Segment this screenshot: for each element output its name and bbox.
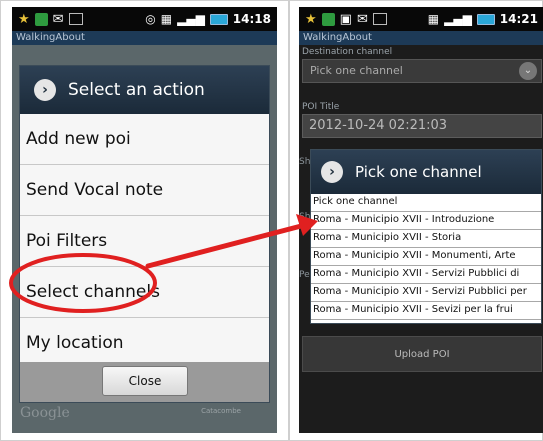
right-phone-screen: ★ ▣ ✉ ▦ ▂▄▆ 14:21 WalkingAbout Destinati…: [299, 7, 543, 433]
status-time: 14:18: [232, 12, 271, 26]
status-bar: ★ ✉ ◎ ▦ ▂▄▆ 14:18: [12, 7, 277, 31]
network-icon: ▦: [160, 12, 173, 26]
pick-channel-dialog: › Pick one channel Pick one channel Roma…: [310, 149, 542, 324]
download-icon: ▣: [339, 11, 352, 27]
dialog-header: › Pick one channel: [311, 150, 541, 194]
field-label-stub: Sh: [299, 157, 311, 167]
signal-icon: ▂▄▆: [177, 12, 205, 26]
destination-channel-label: Destination channel: [302, 47, 393, 57]
left-screenshot-panel: ★ ✉ ◎ ▦ ▂▄▆ 14:18 WalkingAbout Google Ca…: [0, 0, 289, 441]
status-bar: ★ ▣ ✉ ▦ ▂▄▆ 14:21: [299, 7, 543, 31]
menu-item-add-new-poi[interactable]: Add new poi: [20, 114, 269, 165]
dialog-footer: Close: [20, 362, 269, 402]
field-label-stub: Sh: [299, 212, 311, 222]
app-title-bar: WalkingAbout: [299, 31, 543, 45]
star-icon: ★: [18, 11, 30, 27]
image-icon: [68, 13, 83, 25]
destination-channel-dropdown[interactable]: Pick one channel ⌄: [302, 59, 542, 83]
mail-icon: ✉: [356, 11, 368, 27]
dialog-title: Pick one channel: [355, 163, 482, 181]
chevron-down-icon: ⌄: [519, 62, 537, 80]
star-icon: ★: [305, 11, 317, 27]
status-time: 14:21: [499, 12, 538, 26]
dropdown-value: Pick one channel: [310, 64, 403, 77]
app-logo-icon: [34, 12, 48, 26]
map-place-label: Catacombe: [201, 407, 241, 415]
channel-item[interactable]: Roma - Municipio XVII - Introduzione: [311, 212, 541, 230]
poi-title-input[interactable]: 2012-10-24 02:21:03: [302, 114, 542, 138]
channel-item[interactable]: Roma - Municipio XVII - Monumenti, Arte: [311, 248, 541, 266]
dialog-title: Select an action: [68, 80, 205, 100]
channel-item[interactable]: Roma - Municipio XVII - Servizi Pubblici…: [311, 284, 541, 302]
mail-icon: ✉: [52, 11, 64, 27]
poi-title-label: POI Title: [302, 102, 340, 112]
menu-item-select-channels[interactable]: Select channels: [20, 267, 269, 318]
upload-poi-button[interactable]: Upload POI: [302, 336, 542, 372]
left-phone-screen: ★ ✉ ◎ ▦ ▂▄▆ 14:18 WalkingAbout Google Ca…: [12, 7, 277, 433]
battery-icon: [209, 13, 228, 25]
select-action-dialog: › Select an action Add new poi Send Voca…: [19, 65, 270, 403]
chevron-right-icon: ›: [321, 161, 343, 183]
network-icon: ▦: [427, 12, 440, 26]
gps-icon: ◎: [145, 12, 156, 26]
channel-item[interactable]: Roma - Municipio XVII - Servizi Pubblici…: [311, 266, 541, 284]
channel-item[interactable]: Roma - Municipio XVII - Sevizi per la fr…: [311, 302, 541, 320]
chevron-right-icon: ›: [34, 79, 56, 101]
menu-item-poi-filters[interactable]: Poi Filters: [20, 216, 269, 267]
map-watermark: Google: [20, 405, 70, 421]
image-icon: [372, 13, 387, 25]
right-screenshot-panel: ★ ▣ ✉ ▦ ▂▄▆ 14:21 WalkingAbout Destinati…: [289, 0, 543, 441]
menu-item-send-vocal-note[interactable]: Send Vocal note: [20, 165, 269, 216]
channel-item[interactable]: Roma - Municipio XVII - Storia: [311, 230, 541, 248]
app-logo-icon: [321, 12, 335, 26]
close-button[interactable]: Close: [102, 366, 188, 396]
field-label-stub: Pe: [299, 270, 310, 280]
battery-icon: [476, 13, 495, 25]
channel-item[interactable]: Pick one channel: [311, 194, 541, 212]
signal-icon: ▂▄▆: [444, 12, 472, 26]
app-title-bar: WalkingAbout: [12, 31, 277, 45]
dialog-header: › Select an action: [20, 66, 269, 114]
